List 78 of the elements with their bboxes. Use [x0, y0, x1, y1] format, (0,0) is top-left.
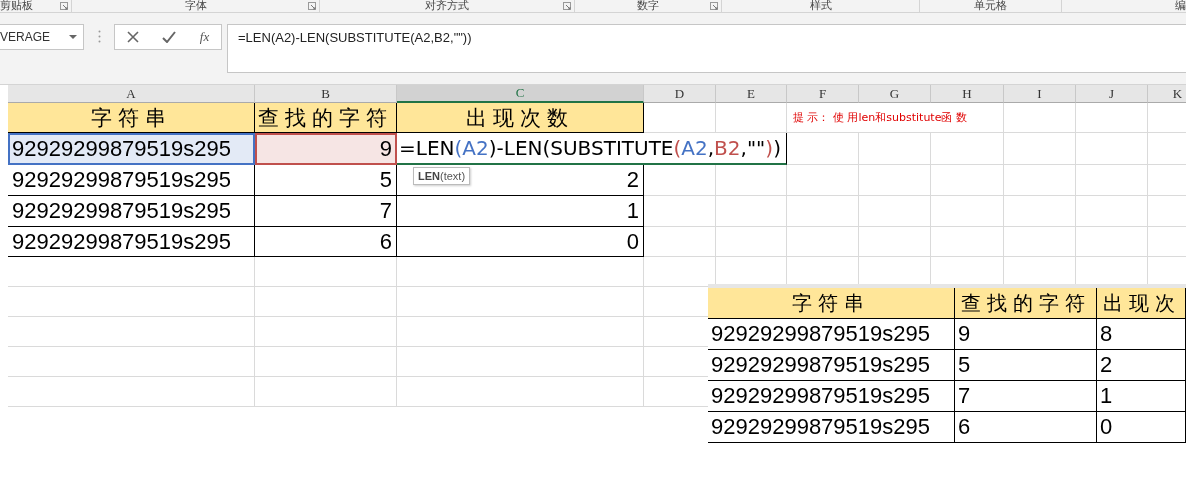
column-header[interactable]: F: [787, 85, 859, 103]
empty-cell: [787, 165, 859, 196]
empty-cell: [1004, 103, 1076, 133]
table-cell: 8: [1097, 319, 1186, 350]
empty-cell: [716, 165, 787, 196]
table-cell: 92929299879519s295: [8, 227, 255, 257]
empty-cell: [1076, 196, 1148, 227]
table-cell: 5: [955, 350, 1097, 381]
column-header[interactable]: I: [1004, 85, 1076, 103]
table-cell: 0: [1097, 412, 1186, 443]
dialog-launcher-icon[interactable]: [563, 2, 571, 10]
table-cell: 7: [255, 196, 397, 227]
ribbon-group-label: 样式: [809, 0, 832, 12]
table-cell: 1: [1097, 381, 1186, 412]
header-cell: 字符串: [708, 288, 955, 319]
column-header[interactable]: C: [397, 85, 644, 103]
dialog-launcher-icon[interactable]: [308, 2, 316, 10]
table-cell: 9: [955, 319, 1097, 350]
table-cell: 92929299879519s295: [8, 133, 255, 165]
column-header[interactable]: D: [644, 85, 716, 103]
table-cell: 92929299879519s295: [708, 350, 955, 381]
column-header[interactable]: G: [859, 85, 931, 103]
table-cell: 7: [955, 381, 1097, 412]
empty-cell: [1004, 133, 1076, 165]
empty-cell: [716, 196, 787, 227]
table-cell: 92929299879519s295: [8, 165, 255, 196]
grip-icon[interactable]: [97, 30, 101, 43]
cancel-icon[interactable]: [126, 31, 139, 43]
table-cell: 92929299879519s295: [708, 319, 955, 350]
empty-cell: [859, 196, 931, 227]
table-cell: 92929299879519s295: [708, 412, 955, 443]
column-header[interactable]: E: [716, 85, 787, 103]
empty-cell: [1076, 103, 1148, 133]
empty-cell: [644, 196, 716, 227]
function-tooltip: LEN(text): [413, 167, 471, 185]
hint-text: 提 示： 使 用len和substitute函 数: [787, 103, 1004, 133]
ribbon-group-label: 单元格: [974, 0, 1007, 12]
table-cell: 6: [255, 227, 397, 257]
table-cell: 6: [955, 412, 1097, 443]
table-cell: 92929299879519s295: [708, 381, 955, 412]
header-cell: 出现次数: [397, 103, 644, 133]
column-header[interactable]: J: [1076, 85, 1148, 103]
empty-cell: [1004, 196, 1076, 227]
ribbon-group-label: 剪贴板: [0, 0, 33, 12]
header-cell: 字符串: [8, 103, 255, 133]
empty-cell: [1076, 133, 1148, 165]
table-cell: 2: [1097, 350, 1186, 381]
empty-cell: [859, 165, 931, 196]
empty-cell: [787, 196, 859, 227]
table-cell: 92929299879519s295: [8, 196, 255, 227]
formula-field[interactable]: =LEN(A2)-LEN(SUBSTITUTE(A2,B2,"")): [227, 24, 1186, 73]
check-icon[interactable]: [162, 31, 177, 43]
empty-cell: [859, 133, 931, 165]
column-header[interactable]: B: [255, 85, 397, 103]
ribbon-group-label: 数字: [637, 0, 659, 12]
column-header[interactable]: H: [931, 85, 1004, 103]
empty-cell: [644, 227, 716, 257]
table-cell: 0: [397, 227, 644, 257]
table-cell: 5: [255, 165, 397, 196]
header-cell: 查找的字符: [255, 103, 397, 133]
empty-cell: [1076, 165, 1148, 196]
column-header[interactable]: K: [1148, 85, 1186, 103]
dropdown-icon[interactable]: [69, 35, 77, 39]
table-cell: 1: [397, 196, 644, 227]
header-cell: 出现次: [1097, 288, 1186, 319]
ribbon-group-label: 对齐方式: [425, 0, 469, 12]
ribbon-group-label: 字体: [184, 0, 207, 12]
insert-function-button[interactable]: fx: [199, 29, 210, 45]
header-cell: 查找的字符: [955, 288, 1097, 319]
empty-cell: [1004, 165, 1076, 196]
empty-cell: [644, 165, 716, 196]
cell-editor[interactable]: =LEN(A2)-LEN(SUBSTITUTE(A2,B2,"")): [397, 133, 787, 165]
column-header[interactable]: A: [8, 85, 255, 103]
ribbon-group-label: 编: [1175, 0, 1186, 12]
name-box[interactable]: VERAGE: [0, 24, 84, 50]
dialog-launcher-icon[interactable]: [60, 2, 68, 10]
table-cell: 9: [255, 133, 397, 165]
dialog-launcher-icon[interactable]: [710, 2, 718, 10]
